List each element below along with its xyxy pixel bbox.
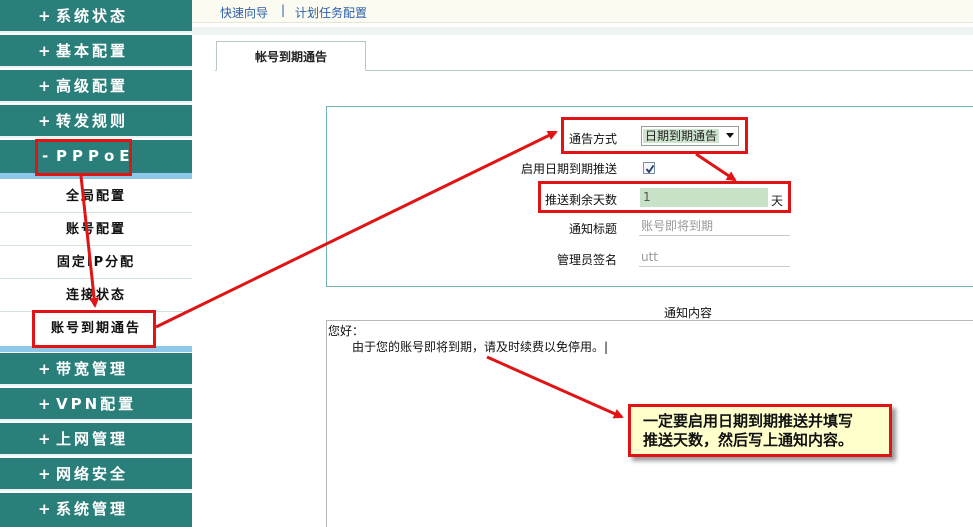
enable-push-checkbox[interactable] <box>643 162 655 174</box>
highlight-pppoe <box>35 139 132 176</box>
scheduled-tasks-link[interactable]: 计划任务配置 <box>295 4 367 21</box>
enable-push-label: 启用日期到期推送 <box>520 162 617 176</box>
submenu-static-ip[interactable]: 固定IP分配 <box>0 246 192 279</box>
menu-label: 带宽管理 <box>56 360 129 378</box>
menu-system-status[interactable]: + 系统状态 <box>0 0 192 33</box>
menu-label: 系统管理 <box>56 500 129 518</box>
admin-signature-label: 管理员签名 <box>556 253 617 267</box>
expand-icon: + <box>38 77 51 95</box>
menu-label: 基本配置 <box>56 42 129 60</box>
expand-icon: + <box>38 7 51 25</box>
expand-icon: + <box>38 430 51 448</box>
expand-icon: + <box>38 112 51 130</box>
notice-title-input[interactable]: 账号即将到期 <box>639 217 790 236</box>
admin-signature-input[interactable]: utt <box>639 248 790 267</box>
expand-icon: + <box>38 42 51 60</box>
menu-label: 网络安全 <box>56 465 129 483</box>
menu-label: 系统状态 <box>56 7 129 25</box>
menu-internet[interactable]: + 上网管理 <box>0 423 192 456</box>
tab-account-expiry[interactable]: 帐号到期通告 <box>216 41 366 71</box>
quick-wizard-link[interactable]: 快速向导 <box>220 4 268 21</box>
submenu-account-config[interactable]: 账号配置 <box>0 213 192 246</box>
menu-basic-config[interactable]: + 基本配置 <box>0 35 192 68</box>
menu-security[interactable]: + 网络安全 <box>0 458 192 491</box>
menu-forward-rules[interactable]: + 转发规则 <box>0 105 192 138</box>
content-body: 由于您的账号即将到期，请及时续费以免停用。| <box>352 340 609 354</box>
content-title: 通知内容 <box>664 306 713 320</box>
menu-label: 上网管理 <box>56 430 129 448</box>
menu-label: 转发规则 <box>56 112 129 130</box>
top-nav: 快速向导 | 计划任务配置 <box>192 0 973 23</box>
expand-icon: + <box>38 465 51 483</box>
expand-icon: + <box>38 500 51 518</box>
header-strip <box>192 27 973 35</box>
highlight-notify-method <box>561 117 748 154</box>
menu-advanced-config[interactable]: + 高级配置 <box>0 70 192 103</box>
menu-label: VPN配置 <box>56 395 137 413</box>
highlight-account-expiry <box>32 310 156 348</box>
checkmark-icon <box>645 164 655 174</box>
content-greeting: 您好： <box>328 324 365 338</box>
note-line-1: 一定要启用日期到期推送并填写 <box>643 412 854 430</box>
menu-label: 高级配置 <box>56 77 129 95</box>
submenu-connection-status[interactable]: 连接状态 <box>0 279 192 312</box>
highlight-remaining-days <box>538 181 791 213</box>
menu-system-admin[interactable]: + 系统管理 <box>0 493 192 527</box>
nav-separator: | <box>281 3 286 17</box>
menu-bandwidth[interactable]: + 带宽管理 <box>0 353 192 386</box>
submenu-global-config[interactable]: 全局配置 <box>0 180 192 213</box>
expand-icon: + <box>38 360 51 378</box>
menu-vpn[interactable]: + VPN配置 <box>0 388 192 421</box>
sidebar: + 系统状态 + 基本配置 + 高级配置 + 转发规则 - PPPoE 全局配置… <box>0 0 192 527</box>
expand-icon: + <box>38 395 51 413</box>
annotation-note: 一定要启用日期到期推送并填写 推送天数，然后写上通知内容。 <box>628 404 892 457</box>
notice-title-label: 通知标题 <box>568 222 617 236</box>
note-line-2: 推送天数，然后写上通知内容。 <box>643 431 854 449</box>
